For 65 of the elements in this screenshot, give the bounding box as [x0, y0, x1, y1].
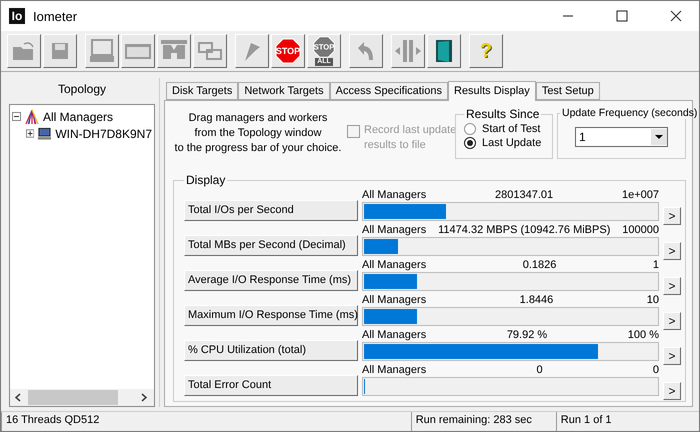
status-field: Run remaining: 283 sec [410, 412, 556, 431]
metric-value: 0 [536, 364, 543, 376]
frequency-dropdown[interactable]: 1 [575, 127, 668, 147]
details-button[interactable]: > [663, 242, 681, 260]
scale-max: 10 [646, 294, 659, 306]
panel-title: Topology [58, 82, 106, 96]
scale-max: 1 [652, 258, 659, 270]
source-label: All Managers [362, 224, 426, 236]
network-graph-icon [24, 108, 40, 124]
source-label: All Managers [362, 328, 426, 340]
details-button[interactable]: > [663, 312, 681, 330]
status-field: 16 Threads QD512 [1, 412, 411, 431]
source-label: All Managers [362, 364, 426, 376]
window-title: Iometer [33, 8, 78, 24]
windows-icon [197, 40, 223, 62]
door-icon [435, 39, 453, 63]
expand-icon[interactable] [26, 129, 34, 138]
metric-button[interactable]: % CPU Utilization (total) [184, 340, 358, 360]
computer-icon [89, 39, 115, 63]
metric-value: 2801347.01 [495, 188, 554, 200]
metric-value: 79.92 % [506, 328, 548, 340]
tree-item[interactable]: WIN-DH7D8K9N7 [55, 126, 152, 140]
app-icon: Io [9, 8, 25, 24]
group-title: Results Since [465, 107, 540, 121]
tree-item[interactable]: All Managers [43, 110, 114, 124]
metric-button[interactable]: Total I/Os per Second [184, 200, 358, 220]
scale-max: 100000 [622, 224, 659, 236]
status-field: Run 1 of 1 [556, 412, 699, 431]
details-button[interactable]: > [663, 382, 681, 400]
splitter-icon [394, 39, 422, 63]
tab[interactable]: Network Targets [238, 82, 330, 100]
flag-icon [242, 40, 262, 62]
metric-value: 0.1826 [522, 258, 556, 270]
metric-button[interactable]: Total MBs per Second (Decimal) [184, 234, 358, 256]
collapse-icon[interactable] [12, 112, 21, 121]
source-label: All Managers [362, 258, 426, 270]
stop-all-icon: STOP [313, 36, 335, 58]
tab[interactable]: Access Specifications [330, 82, 448, 100]
source-label: All Managers [362, 188, 426, 200]
scale-max: 1e+007 [622, 188, 659, 200]
tab[interactable]: Disk Targets [166, 82, 238, 100]
group-title: Display [185, 173, 226, 187]
details-button[interactable]: > [663, 276, 681, 294]
group-title: Update Frequency (seconds) [561, 107, 698, 119]
radio-option[interactable]: Start of Test [464, 123, 544, 135]
computer-icon [37, 126, 52, 140]
toolbar-button[interactable] [427, 34, 461, 68]
metric-value: 11474.32 MBPS (10942.76 MiBPS) [438, 224, 610, 236]
metric-value: 1.8446 [520, 294, 554, 306]
disk-drive-icon [124, 41, 152, 61]
details-button[interactable]: > [663, 346, 681, 364]
instructions-text: Drag managers and workers from the Topology window to the progress bar of your choice. [174, 111, 342, 156]
source-label: All Managers [362, 294, 426, 306]
tab[interactable]: Results Display [448, 81, 536, 101]
horizontal-scrollbar[interactable] [10, 389, 154, 406]
tab[interactable]: Test Setup [536, 82, 600, 100]
radio-option[interactable]: Last Update [464, 137, 544, 149]
metric-button[interactable]: Total Error Count [184, 374, 358, 396]
back-arrow-icon [357, 41, 375, 61]
scale-max: 0 [652, 364, 659, 376]
details-button[interactable]: > [663, 206, 681, 224]
metric-button[interactable]: Average I/O Response Time (ms) [184, 270, 358, 290]
question-mark-icon: ? [480, 40, 492, 62]
folder-icon [12, 41, 36, 61]
scale-max: 100 % [628, 328, 659, 340]
